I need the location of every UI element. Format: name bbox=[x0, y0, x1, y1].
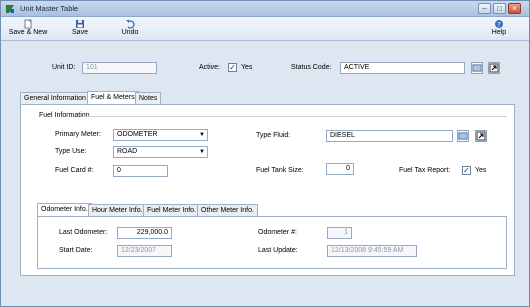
last-update-field[interactable]: 12/13/2008 9:45:59 AM bbox=[327, 245, 417, 257]
fuel-card-field[interactable]: 0 bbox=[113, 165, 168, 177]
save-and-new-button[interactable]: Save & New bbox=[7, 19, 49, 36]
type-use-select[interactable]: ROAD ▼ bbox=[113, 146, 208, 158]
fuel-tax-report-checkbox[interactable]: ✓ bbox=[462, 166, 471, 175]
floppy-disk-icon bbox=[76, 20, 84, 28]
type-fluid-label: Type Fluid: bbox=[256, 132, 291, 139]
save-label: Save bbox=[72, 29, 88, 36]
list-lookup-icon bbox=[458, 132, 468, 140]
type-fluid-open-button[interactable] bbox=[475, 130, 487, 142]
status-code-lookup-button[interactable] bbox=[471, 62, 483, 74]
maximize-button[interactable]: □ bbox=[493, 3, 506, 14]
chevron-down-icon: ▼ bbox=[199, 149, 205, 155]
open-link-arrow-icon bbox=[489, 63, 499, 73]
save-and-new-label: Save & New bbox=[8, 29, 48, 36]
fuel-information-group-title: Fuel Information bbox=[39, 112, 90, 119]
list-lookup-icon bbox=[472, 64, 482, 72]
tab-odometer-info-label: Odometer Info. bbox=[41, 206, 88, 213]
status-code-label: Status Code: bbox=[291, 64, 332, 71]
unit-id-label: Unit ID: bbox=[52, 64, 76, 71]
tab-fuel-and-meters-label: Fuel & Meters bbox=[91, 94, 135, 101]
chevron-down-icon: ▼ bbox=[199, 132, 205, 138]
undo-arrow-icon bbox=[126, 20, 135, 29]
active-checkbox[interactable]: ✓ bbox=[228, 63, 237, 72]
tab-general-information-label: General Information bbox=[24, 95, 86, 102]
start-date-label: Start Date: bbox=[59, 247, 93, 254]
fuel-card-label: Fuel Card #: bbox=[55, 167, 94, 174]
active-label: Active: bbox=[199, 64, 221, 71]
undo-label: Undo bbox=[121, 29, 139, 36]
fuel-tax-report-yes-label: Yes bbox=[475, 167, 487, 174]
app-logo-icon bbox=[5, 4, 15, 14]
fuel-tax-report-label: Fuel Tax Report: bbox=[399, 167, 451, 174]
new-document-icon bbox=[24, 19, 32, 29]
tab-fuel-and-meters[interactable]: Fuel & Meters bbox=[87, 91, 139, 104]
app-window: Unit Master Table – □ × Save & New Save … bbox=[0, 0, 530, 307]
title-bar: Unit Master Table – □ × bbox=[1, 1, 529, 17]
primary-meter-label: Primary Meter: bbox=[55, 131, 101, 138]
type-fluid-lookup-button[interactable] bbox=[457, 130, 469, 142]
primary-meter-value: ODOMETER bbox=[117, 131, 158, 138]
close-button[interactable]: × bbox=[508, 3, 521, 14]
tab-hour-meter-info[interactable]: Hour Meter Info. bbox=[88, 204, 147, 216]
last-odometer-label: Last Odometer: bbox=[59, 229, 108, 236]
tab-other-meter-info[interactable]: Other Meter Info. bbox=[197, 204, 258, 216]
status-code-open-button[interactable] bbox=[488, 62, 500, 74]
group-divider bbox=[83, 116, 507, 117]
tab-hour-meter-info-label: Hour Meter Info. bbox=[92, 207, 143, 214]
type-use-value: ROAD bbox=[117, 148, 138, 155]
start-date-field[interactable]: 12/23/2007 bbox=[117, 245, 172, 257]
tab-other-meter-info-label: Other Meter Info. bbox=[201, 207, 254, 214]
undo-button[interactable]: Undo bbox=[117, 19, 143, 36]
tab-fuel-meter-info[interactable]: Fuel Meter Info. bbox=[143, 204, 201, 216]
tab-fuel-meter-info-label: Fuel Meter Info. bbox=[147, 207, 197, 214]
odometer-info-panel: Last Odometer: 229,000.0 Start Date: 12/… bbox=[37, 216, 507, 269]
fuel-meters-panel: Fuel Information Primary Meter: ODOMETER… bbox=[20, 104, 515, 276]
save-button[interactable]: Save bbox=[67, 19, 93, 36]
toolbar: Save & New Save Undo ? Help bbox=[1, 17, 529, 41]
fuel-tank-size-field[interactable]: 0 bbox=[326, 163, 354, 175]
help-question-icon: ? bbox=[495, 20, 503, 28]
odometer-number-label: Odometer #: bbox=[258, 229, 297, 236]
minimize-button[interactable]: – bbox=[478, 3, 491, 14]
last-update-label: Last Update: bbox=[258, 247, 298, 254]
help-label: Help bbox=[491, 29, 507, 36]
unit-id-field[interactable]: 101 bbox=[82, 62, 157, 74]
last-odometer-field[interactable]: 229,000.0 bbox=[117, 227, 172, 239]
tab-general-information[interactable]: General Information bbox=[20, 92, 90, 104]
primary-meter-select[interactable]: ODOMETER ▼ bbox=[113, 129, 208, 141]
window-title: Unit Master Table bbox=[20, 4, 79, 13]
tab-notes-label: Notes bbox=[139, 95, 158, 102]
open-link-arrow-icon bbox=[476, 131, 486, 141]
status-code-field[interactable]: ACTIVE bbox=[340, 62, 465, 74]
tab-odometer-info[interactable]: Odometer Info. bbox=[37, 203, 92, 216]
active-yes-label: Yes bbox=[241, 64, 253, 71]
help-button[interactable]: ? Help bbox=[487, 19, 511, 36]
tab-notes[interactable]: Notes bbox=[135, 92, 162, 104]
fuel-tank-size-label: Fuel Tank Size: bbox=[256, 167, 304, 174]
svg-text:?: ? bbox=[497, 20, 500, 28]
odometer-number-field[interactable]: 1 bbox=[327, 227, 352, 239]
type-use-label: Type Use: bbox=[55, 148, 87, 155]
type-fluid-field[interactable]: DIESEL bbox=[326, 130, 453, 142]
